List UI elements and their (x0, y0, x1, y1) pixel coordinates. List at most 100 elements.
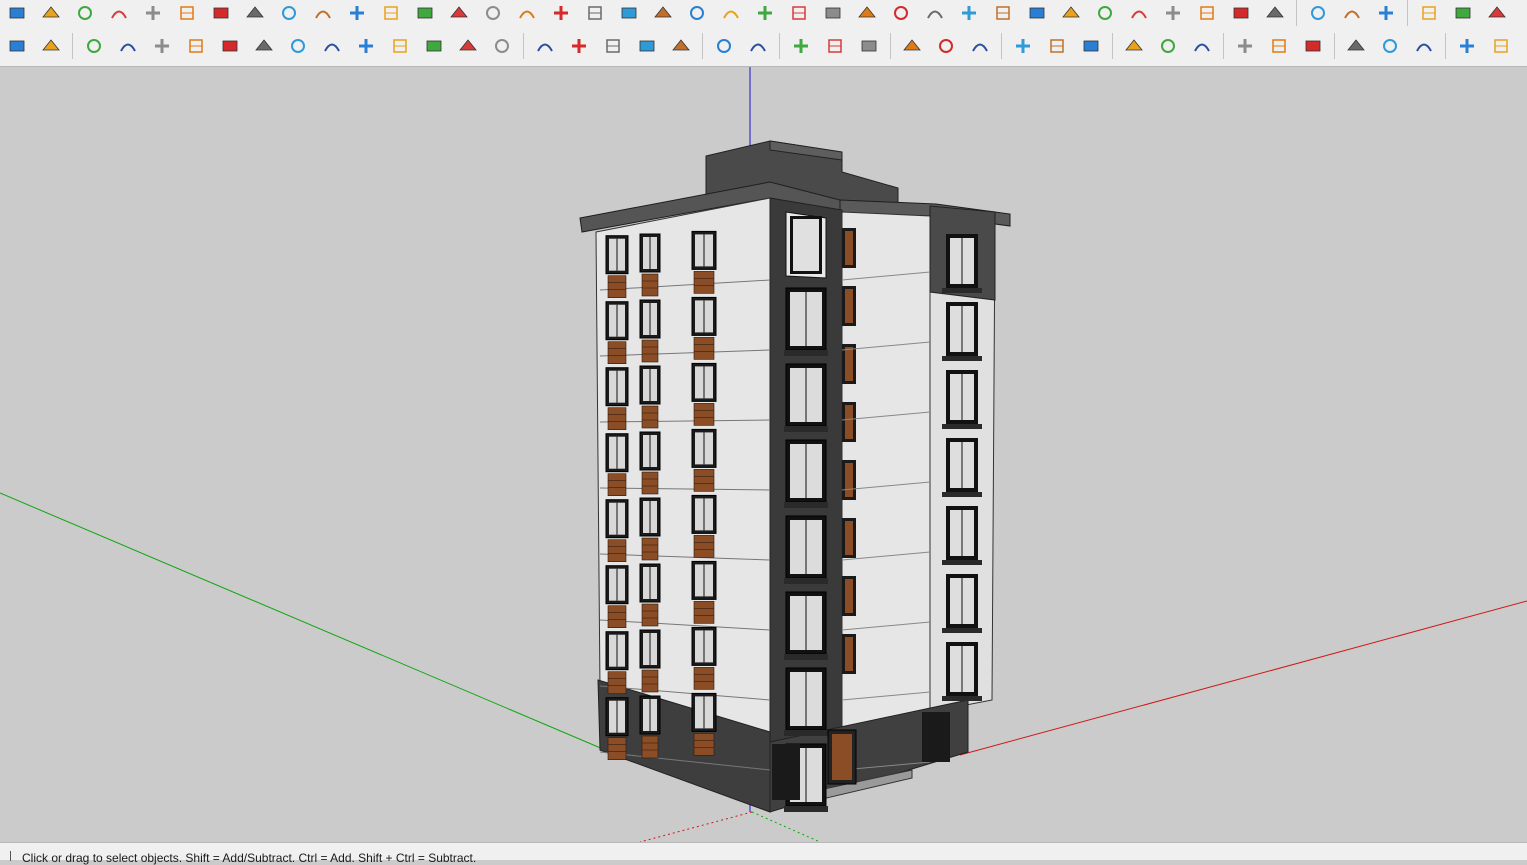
undo-orange-icon[interactable] (170, 1, 204, 25)
red-block-icon[interactable] (204, 1, 238, 25)
n-curve-icon[interactable] (179, 34, 213, 58)
frame-select-icon[interactable] (1296, 34, 1330, 58)
frame-red-icon[interactable] (1185, 34, 1219, 58)
arc-icon[interactable] (349, 34, 383, 58)
sandbox-yellow-icon[interactable] (34, 1, 68, 25)
select-cursor-icon[interactable] (784, 34, 818, 58)
node-red-icon[interactable] (408, 1, 442, 25)
grid-orange-icon[interactable] (1088, 1, 1122, 25)
frame-x-icon[interactable] (1117, 34, 1151, 58)
chair-icon[interactable] (306, 1, 340, 25)
arc-curve-icon[interactable] (77, 34, 111, 58)
side-balcony (942, 560, 982, 565)
dimension-icon[interactable] (1335, 1, 1369, 25)
model-viewport[interactable] (0, 67, 1527, 842)
wood-panel (693, 403, 715, 426)
warning-icon[interactable] (612, 1, 646, 25)
wrench-icon[interactable] (596, 34, 630, 58)
cursor-blue-icon[interactable] (1369, 1, 1403, 25)
blue-cross-icon[interactable] (510, 1, 544, 25)
brick-icon[interactable] (1339, 34, 1373, 58)
rotate-blue-icon[interactable] (714, 1, 748, 25)
rotate-orange-icon[interactable] (646, 1, 680, 25)
toolbar-separator (1334, 33, 1335, 59)
frame-grid-icon[interactable] (1151, 34, 1185, 58)
align-remove-icon[interactable] (963, 34, 997, 58)
zigzag-icon[interactable] (145, 34, 179, 58)
loop-red-icon[interactable] (816, 1, 850, 25)
export-icon[interactable] (884, 1, 918, 25)
cloud-icon[interactable] (1407, 34, 1441, 58)
wood-panel (607, 737, 627, 761)
building-model[interactable] (579, 140, 1011, 813)
strip-wood (845, 231, 853, 265)
grid-yellow-icon[interactable] (1122, 1, 1156, 25)
red-gem-icon[interactable] (986, 1, 1020, 25)
scatter-icon[interactable] (1020, 1, 1054, 25)
green-arrow-icon[interactable] (850, 1, 884, 25)
curve-icon[interactable] (374, 1, 408, 25)
bucket-icon[interactable] (782, 1, 816, 25)
stack-icon[interactable] (741, 34, 775, 58)
sandbox-green-icon[interactable] (68, 1, 102, 25)
grid-plane-icon[interactable] (136, 1, 170, 25)
layers-icon[interactable] (707, 34, 741, 58)
table-grid-icon[interactable] (1228, 34, 1262, 58)
matrix-icon[interactable] (1258, 1, 1292, 25)
green-polyhedron-icon[interactable] (34, 34, 68, 58)
hook-icon[interactable] (417, 34, 451, 58)
dash-add-icon[interactable] (1040, 34, 1074, 58)
shape-copy-icon[interactable] (952, 1, 986, 25)
arrow-icon[interactable] (1480, 1, 1514, 25)
align-left-icon[interactable] (895, 34, 929, 58)
sector-icon[interactable] (664, 34, 698, 58)
green-arc-icon[interactable] (247, 34, 281, 58)
cone-green-icon[interactable] (578, 1, 612, 25)
axis-red-dotted (639, 811, 753, 842)
strip-wood (845, 521, 853, 555)
plane-icon[interactable] (1054, 1, 1088, 25)
line-icon[interactable] (528, 34, 562, 58)
align-add-icon[interactable] (929, 34, 963, 58)
strip-wood (845, 347, 853, 381)
paint-icon[interactable] (1412, 1, 1446, 25)
texture-icon[interactable] (1373, 34, 1407, 58)
scale-down-icon[interactable] (852, 34, 886, 58)
scale-up-icon[interactable] (818, 34, 852, 58)
green-cross-icon[interactable] (476, 1, 510, 25)
ellipse-icon[interactable] (630, 34, 664, 58)
dash-line-icon[interactable] (1006, 34, 1040, 58)
table-icon[interactable] (238, 1, 272, 25)
polygon-icon[interactable] (562, 34, 596, 58)
rectangle-icon[interactable] (281, 34, 315, 58)
polyline-icon[interactable] (111, 34, 145, 58)
entrance-door-panel (832, 734, 852, 780)
flag-icon[interactable] (272, 1, 306, 25)
points-icon[interactable] (1190, 1, 1224, 25)
bezier-red-icon[interactable] (0, 34, 34, 58)
pencil-icon[interactable] (1301, 1, 1335, 25)
top-window-glass (793, 219, 819, 271)
green-spline-icon[interactable] (383, 34, 417, 58)
box-section-icon[interactable] (0, 1, 34, 25)
cone-blue-icon[interactable] (544, 1, 578, 25)
spiral-icon[interactable] (315, 34, 349, 58)
rotate-copy-icon[interactable] (918, 1, 952, 25)
brush-blue-icon[interactable] (1446, 1, 1480, 25)
checker-icon[interactable] (1450, 34, 1484, 58)
move-arrows-icon[interactable] (748, 1, 782, 25)
sandbox-red-icon[interactable] (102, 1, 136, 25)
curve-points-icon[interactable] (1224, 1, 1258, 25)
table-blue-icon[interactable] (1262, 34, 1296, 58)
red-cross-icon[interactable] (442, 1, 476, 25)
pipe-icon[interactable] (340, 1, 374, 25)
expand-icon[interactable] (1484, 34, 1518, 58)
wood-panel (641, 471, 659, 495)
corner-balcony (784, 426, 828, 432)
dash-remove-icon[interactable] (1074, 34, 1108, 58)
rotate-red-icon[interactable] (680, 1, 714, 25)
s-curve-icon[interactable] (213, 34, 247, 58)
red-arc-icon[interactable] (485, 34, 519, 58)
grid-yellow-2-icon[interactable] (1156, 1, 1190, 25)
semi-arc-icon[interactable] (451, 34, 485, 58)
